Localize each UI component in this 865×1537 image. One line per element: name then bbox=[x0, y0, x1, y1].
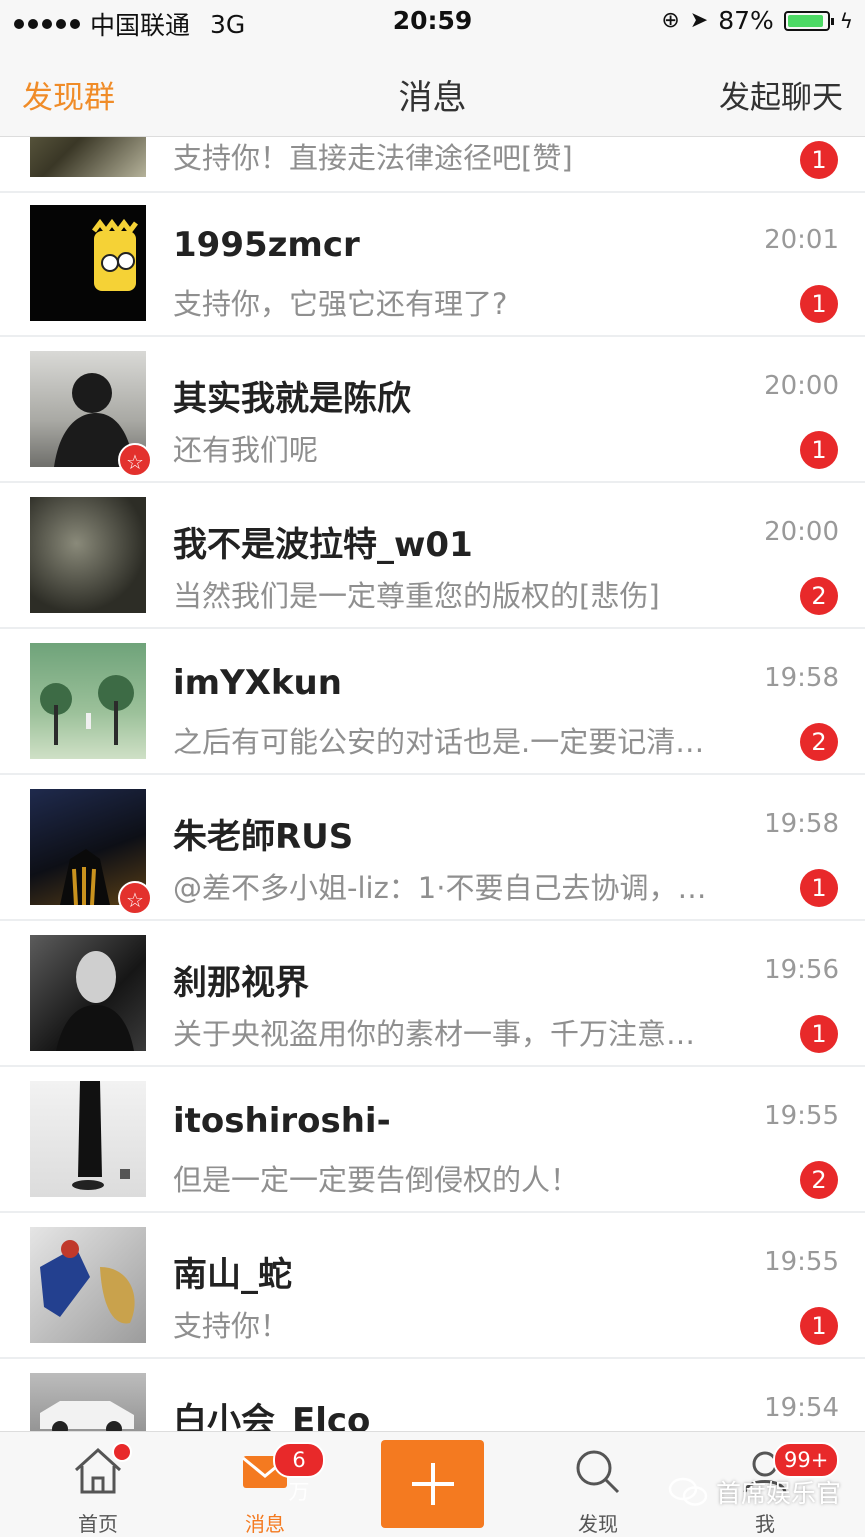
message-row[interactable]: 1995zmcr 20:01 支持你，它强它还有理了? 1 bbox=[0, 191, 865, 337]
avatar[interactable] bbox=[30, 643, 146, 759]
avatar[interactable] bbox=[30, 1373, 146, 1431]
message-row[interactable]: ☆ 朱老師RUS 19:58 @差不多小姐-liz：1·不要自己去协调，… 1 bbox=[0, 775, 865, 921]
message-time: 19:54 bbox=[764, 1393, 839, 1423]
message-row[interactable]: imYXkun 19:58 之后有可能公安的对话也是.一定要记清… 2 bbox=[0, 629, 865, 775]
contact-name: 其实我就是陈欣 bbox=[173, 379, 411, 419]
trees-artwork-image bbox=[40, 675, 134, 745]
message-preview: 但是一定一定要告倒侵权的人！ bbox=[173, 1163, 580, 1197]
message-preview: 还有我们呢 bbox=[173, 433, 319, 467]
unread-badge: 1 bbox=[800, 1307, 838, 1345]
start-chat-button[interactable]: 发起聊天 bbox=[719, 72, 843, 117]
tab-discover-label: 发现 bbox=[578, 1512, 618, 1536]
message-time: 20:00 bbox=[764, 517, 839, 547]
avatar[interactable] bbox=[30, 205, 146, 321]
unread-badge: 1 bbox=[800, 1015, 838, 1053]
message-time: 19:55 bbox=[764, 1101, 839, 1131]
contact-name: itoshiroshi- bbox=[173, 1101, 391, 1141]
contact-name: 我不是波拉特_w01 bbox=[173, 525, 473, 565]
message-preview: 之后有可能公安的对话也是.一定要记清… bbox=[173, 725, 705, 759]
search-icon bbox=[576, 1450, 620, 1494]
unread-badge: 2 bbox=[800, 577, 838, 615]
contact-name: 南山_蛇 bbox=[173, 1255, 292, 1295]
wechat-logo-icon bbox=[668, 1477, 708, 1506]
action-photo-image bbox=[40, 1240, 135, 1324]
avatar[interactable] bbox=[30, 1227, 146, 1343]
message-row[interactable]: itoshiroshi- 19:55 但是一定一定要告倒侵权的人！ 2 bbox=[0, 1067, 865, 1213]
message-time: 19:58 bbox=[764, 663, 839, 693]
avatar[interactable] bbox=[30, 935, 146, 1051]
message-row[interactable]: 支持你！直接走法律途径吧[赞] 1 bbox=[0, 137, 865, 193]
tab-home-label: 首页 bbox=[78, 1512, 118, 1536]
message-preview: 支持你！ bbox=[173, 1309, 290, 1343]
tab-home[interactable]: 首页 bbox=[38, 1432, 158, 1537]
charging-icon: ϟ bbox=[839, 8, 853, 33]
unread-badge: 2 bbox=[800, 723, 838, 761]
me-count-badge: 99+ bbox=[773, 1442, 840, 1478]
message-time: 19:55 bbox=[764, 1247, 839, 1277]
message-row[interactable]: ☆ 其实我就是陈欣 20:00 还有我们呢 1 bbox=[0, 337, 865, 483]
watermark-text: 首席娱乐官 bbox=[715, 1479, 841, 1508]
tab-me-label: 我 bbox=[755, 1512, 775, 1536]
nav-bar: 发现群 消息 发起聊天 bbox=[0, 44, 865, 137]
tab-messages[interactable]: 6万 消息 bbox=[205, 1432, 325, 1537]
message-time: 19:58 bbox=[764, 809, 839, 839]
message-preview: 支持你！直接走法律途径吧[赞] bbox=[173, 141, 573, 175]
cartoon-avatar-image bbox=[92, 218, 138, 291]
contact-name: 朱老師RUS bbox=[173, 817, 354, 857]
battery-icon bbox=[783, 10, 834, 31]
location-icon: ➤ bbox=[689, 8, 709, 33]
message-preview: 当然我们是一定尊重您的版权的[悲伤] bbox=[173, 579, 660, 613]
contact-name: 白小会_Elco bbox=[173, 1401, 371, 1431]
standing-figure-image bbox=[72, 1081, 130, 1190]
home-notification-dot bbox=[112, 1442, 132, 1462]
message-row[interactable]: 刹那视界 19:56 关于央视盗用你的素材一事，千万注意… 1 bbox=[0, 921, 865, 1067]
message-time: 19:56 bbox=[764, 955, 839, 985]
unread-badge: 1 bbox=[800, 869, 838, 907]
message-preview: @差不多小姐-liz：1·不要自己去协调，… bbox=[173, 871, 707, 905]
battery-percent: 87% bbox=[718, 6, 774, 35]
rotation-lock-icon: ⊕ bbox=[661, 8, 680, 33]
contact-name: 1995zmcr bbox=[173, 225, 360, 265]
message-row[interactable]: 白小会_Elco 19:54 bbox=[0, 1359, 865, 1431]
message-row[interactable]: 南山_蛇 19:55 支持你！ 1 bbox=[0, 1213, 865, 1359]
message-preview: 关于央视盗用你的素材一事，千万注意… bbox=[173, 1017, 696, 1051]
unread-badge: 1 bbox=[800, 285, 838, 323]
unread-badge: 2 bbox=[800, 1161, 838, 1199]
message-time: 20:01 bbox=[764, 225, 839, 255]
tab-discover[interactable]: 发现 bbox=[538, 1432, 658, 1537]
tab-messages-label: 消息 bbox=[245, 1512, 285, 1536]
messages-count-badge: 6万 bbox=[273, 1442, 325, 1504]
unread-badge: 1 bbox=[800, 141, 838, 179]
unread-badge: 1 bbox=[800, 431, 838, 469]
message-time: 20:00 bbox=[764, 371, 839, 401]
avatar[interactable] bbox=[30, 497, 146, 613]
avatar[interactable] bbox=[30, 1081, 146, 1197]
message-list[interactable]: 支持你！直接走法律途径吧[赞] 1 1995zmcr 20:01 支持你，它强它… bbox=[0, 137, 865, 1431]
car-image bbox=[40, 1401, 134, 1431]
portrait-image bbox=[56, 951, 134, 1051]
contact-name: imYXkun bbox=[173, 663, 342, 703]
verified-star-icon: ☆ bbox=[118, 881, 152, 915]
watermark: 首席娱乐官 bbox=[668, 1474, 841, 1510]
status-bar: 中国联通 3G 20:59 ⊕ ➤ 87% ϟ bbox=[0, 0, 865, 44]
contact-name: 刹那视界 bbox=[173, 963, 309, 1003]
message-preview: 支持你，它强它还有理了? bbox=[173, 287, 508, 321]
compose-plus-button[interactable] bbox=[381, 1440, 484, 1528]
message-row[interactable]: 我不是波拉特_w01 20:00 当然我们是一定尊重您的版权的[悲伤] 2 bbox=[0, 483, 865, 629]
verified-star-icon: ☆ bbox=[118, 443, 152, 477]
avatar[interactable] bbox=[30, 137, 146, 177]
